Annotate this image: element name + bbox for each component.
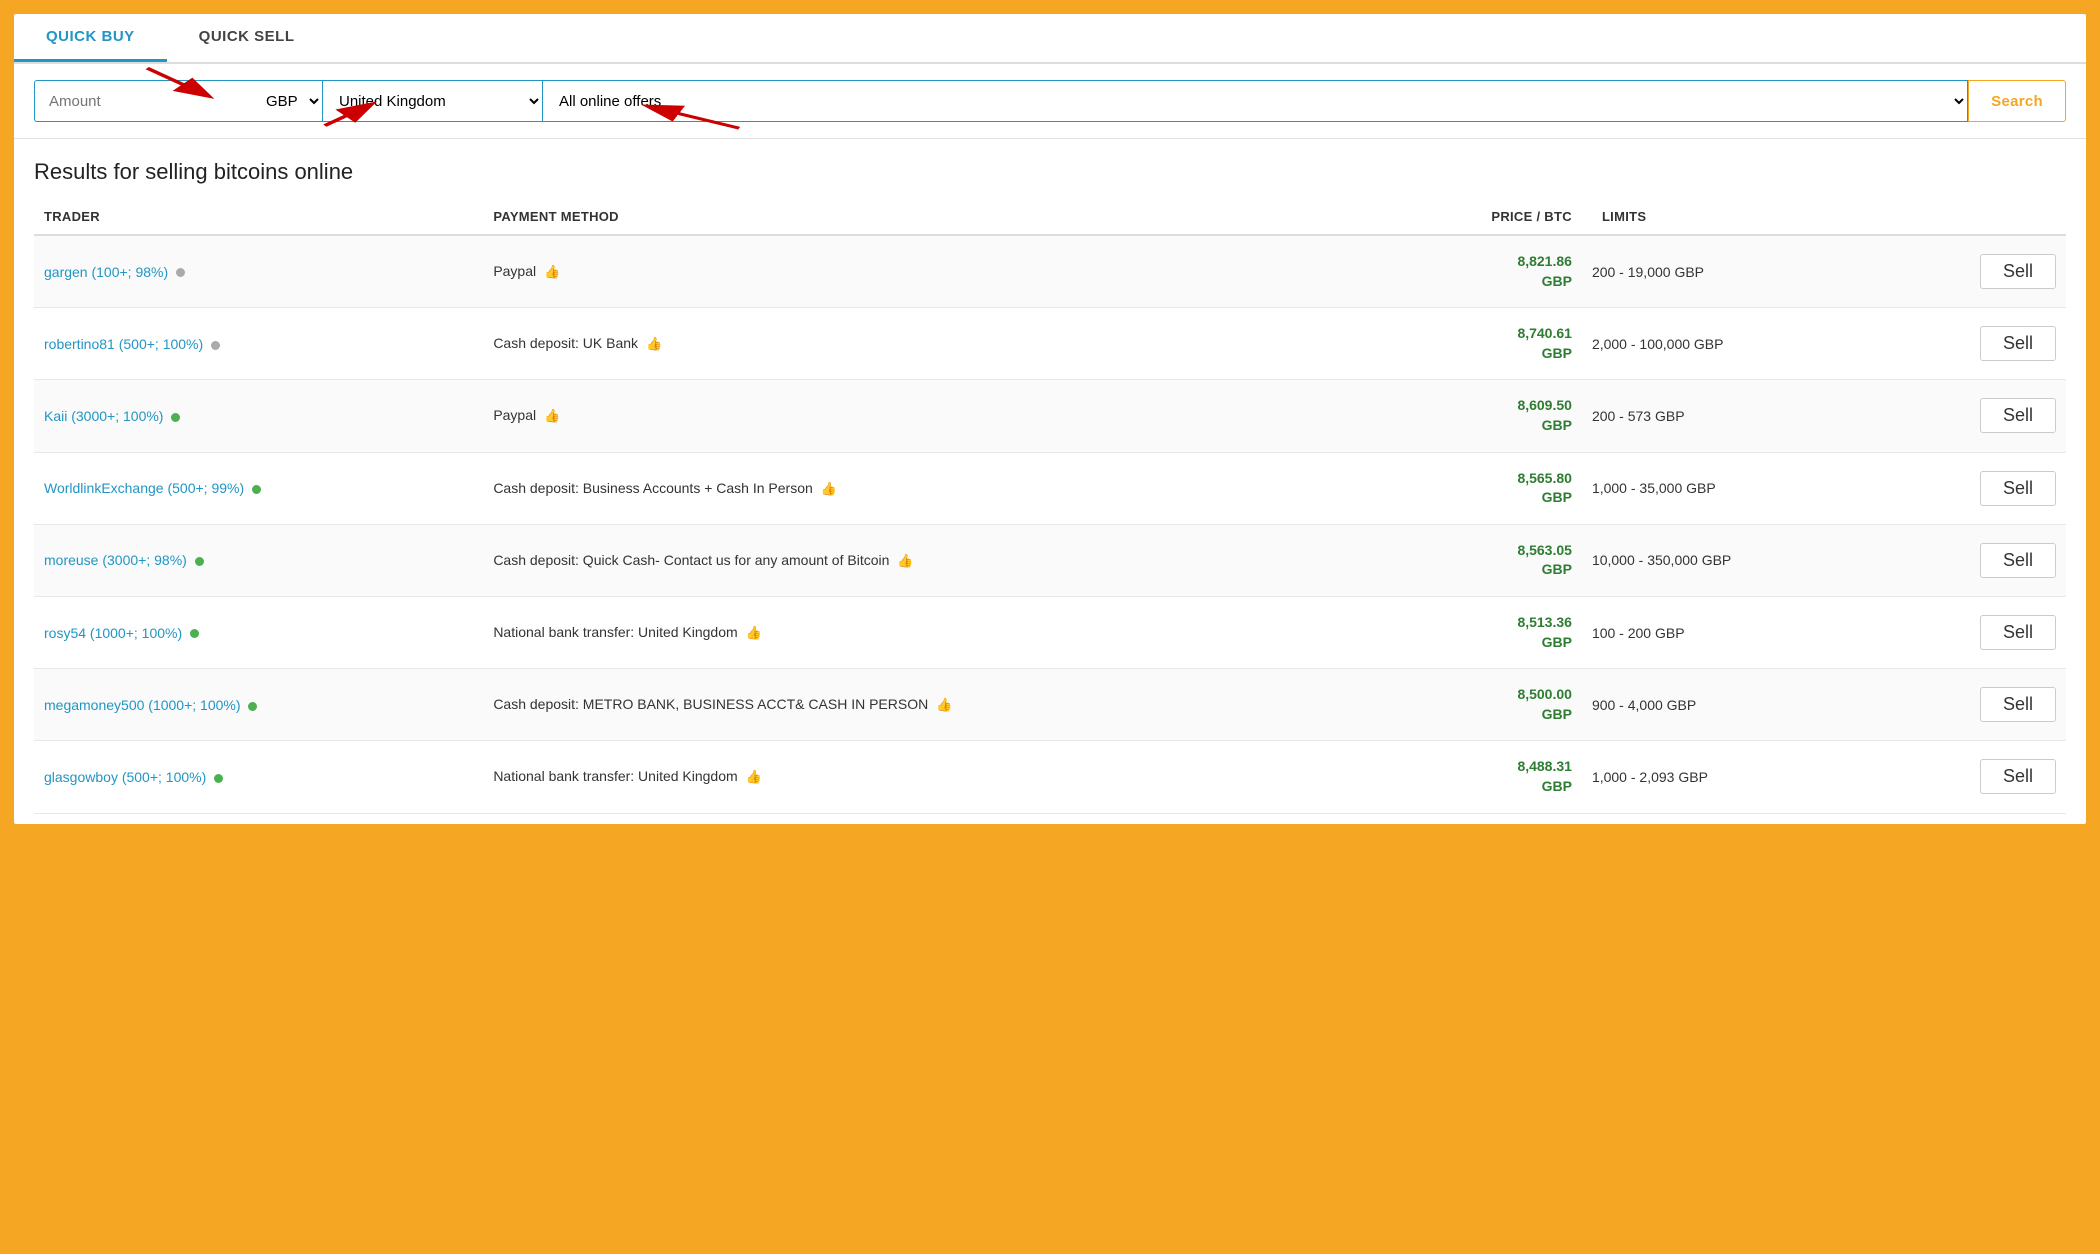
price-cell: 8,500.00GBP xyxy=(1391,669,1582,741)
col-header-payment: Payment method xyxy=(483,201,1391,235)
payment-cell: Cash deposit: Quick Cash- Contact us for… xyxy=(483,524,1391,596)
payment-cell: Cash deposit: METRO BANK, BUSINESS ACCT&… xyxy=(483,669,1391,741)
tabs-bar: QUICK BUY QUICK SELL xyxy=(14,14,2086,64)
trader-link[interactable]: robertino81 (500+; 100%) xyxy=(44,336,203,352)
sell-button[interactable]: Sell xyxy=(1980,254,2056,289)
country-select[interactable]: United Kingdom United States Germany Fra… xyxy=(323,80,543,122)
trader-link[interactable]: glasgowboy (500+; 100%) xyxy=(44,769,206,785)
thumbs-up-icon: 👍 xyxy=(746,769,762,784)
table-row: Kaii (3000+; 100%) Paypal 👍 8,609.50GBP … xyxy=(34,380,2066,452)
results-title: Results for selling bitcoins online xyxy=(34,159,2066,185)
main-container: QUICK BUY QUICK SELL GBP USD EUR United … xyxy=(12,12,2088,826)
action-cell: Sell xyxy=(1884,380,2066,452)
payment-cell: Paypal 👍 xyxy=(483,235,1391,308)
thumbs-up-icon: 👍 xyxy=(646,336,662,351)
price-cell: 8,488.31GBP xyxy=(1391,741,1582,813)
limits-cell: 1,000 - 2,093 GBP xyxy=(1582,741,1884,813)
trader-cell: gargen (100+; 98%) xyxy=(34,235,483,308)
trader-cell: robertino81 (500+; 100%) xyxy=(34,308,483,380)
limits-cell: 1,000 - 35,000 GBP xyxy=(1582,452,1884,524)
action-cell: Sell xyxy=(1884,669,2066,741)
thumbs-up-icon: 👍 xyxy=(746,625,762,640)
trader-cell: moreuse (3000+; 98%) xyxy=(34,524,483,596)
tab-quick-buy[interactable]: QUICK BUY xyxy=(14,14,167,62)
trader-link[interactable]: megamoney500 (1000+; 100%) xyxy=(44,697,241,713)
sell-button[interactable]: Sell xyxy=(1980,687,2056,722)
thumbs-up-icon: 👍 xyxy=(544,408,560,423)
tab-quick-sell[interactable]: QUICK SELL xyxy=(167,14,327,62)
col-header-action xyxy=(1884,201,2066,235)
limits-cell: 900 - 4,000 GBP xyxy=(1582,669,1884,741)
action-cell: Sell xyxy=(1884,596,2066,668)
sell-button[interactable]: Sell xyxy=(1980,326,2056,361)
limits-cell: 200 - 19,000 GBP xyxy=(1582,235,1884,308)
action-cell: Sell xyxy=(1884,308,2066,380)
payment-cell: Paypal 👍 xyxy=(483,380,1391,452)
trader-link[interactable]: rosy54 (1000+; 100%) xyxy=(44,625,182,641)
price-cell: 8,513.36GBP xyxy=(1391,596,1582,668)
price-cell: 8,565.80GBP xyxy=(1391,452,1582,524)
sell-button[interactable]: Sell xyxy=(1980,543,2056,578)
limits-cell: 100 - 200 GBP xyxy=(1582,596,1884,668)
status-dot xyxy=(190,629,199,638)
status-dot xyxy=(252,485,261,494)
offers-table: Trader Payment method Price / BTC Limits… xyxy=(34,201,2066,814)
price-cell: 8,740.61GBP xyxy=(1391,308,1582,380)
trader-link[interactable]: moreuse (3000+; 98%) xyxy=(44,552,187,568)
status-dot xyxy=(214,774,223,783)
thumbs-up-icon: 👍 xyxy=(897,553,913,568)
table-row: WorldlinkExchange (500+; 99%) Cash depos… xyxy=(34,452,2066,524)
offers-select[interactable]: All online offers Paypal Bank transfer C… xyxy=(543,80,1968,122)
trader-link[interactable]: gargen (100+; 98%) xyxy=(44,264,168,280)
table-row: rosy54 (1000+; 100%) National bank trans… xyxy=(34,596,2066,668)
limits-cell: 2,000 - 100,000 GBP xyxy=(1582,308,1884,380)
trader-link[interactable]: WorldlinkExchange (500+; 99%) xyxy=(44,480,244,496)
trader-cell: glasgowboy (500+; 100%) xyxy=(34,741,483,813)
action-cell: Sell xyxy=(1884,741,2066,813)
status-dot xyxy=(171,413,180,422)
thumbs-up-icon: 👍 xyxy=(821,481,837,496)
sell-button[interactable]: Sell xyxy=(1980,398,2056,433)
table-row: glasgowboy (500+; 100%) National bank tr… xyxy=(34,741,2066,813)
thumbs-up-icon: 👍 xyxy=(544,264,560,279)
results-section: Results for selling bitcoins online Trad… xyxy=(14,139,2086,824)
trader-link[interactable]: Kaii (3000+; 100%) xyxy=(44,408,163,424)
sell-button[interactable]: Sell xyxy=(1980,759,2056,794)
price-cell: 8,821.86GBP xyxy=(1391,235,1582,308)
trader-cell: rosy54 (1000+; 100%) xyxy=(34,596,483,668)
table-row: gargen (100+; 98%) Paypal 👍 8,821.86GBP … xyxy=(34,235,2066,308)
status-dot xyxy=(211,341,220,350)
action-cell: Sell xyxy=(1884,524,2066,596)
search-button[interactable]: Search xyxy=(1968,80,2066,122)
payment-cell: National bank transfer: United Kingdom 👍 xyxy=(483,596,1391,668)
action-cell: Sell xyxy=(1884,235,2066,308)
col-header-trader: Trader xyxy=(34,201,483,235)
payment-cell: Cash deposit: UK Bank 👍 xyxy=(483,308,1391,380)
amount-input[interactable] xyxy=(34,80,254,122)
col-header-limits: Limits xyxy=(1582,201,1884,235)
search-bar: GBP USD EUR United Kingdom United States… xyxy=(14,64,2086,139)
sell-button[interactable]: Sell xyxy=(1980,471,2056,506)
sell-button[interactable]: Sell xyxy=(1980,615,2056,650)
thumbs-up-icon: 👍 xyxy=(936,697,952,712)
table-row: megamoney500 (1000+; 100%) Cash deposit:… xyxy=(34,669,2066,741)
limits-cell: 200 - 573 GBP xyxy=(1582,380,1884,452)
trader-cell: WorldlinkExchange (500+; 99%) xyxy=(34,452,483,524)
payment-cell: National bank transfer: United Kingdom 👍 xyxy=(483,741,1391,813)
trader-cell: Kaii (3000+; 100%) xyxy=(34,380,483,452)
status-dot xyxy=(176,268,185,277)
table-row: moreuse (3000+; 98%) Cash deposit: Quick… xyxy=(34,524,2066,596)
table-row: robertino81 (500+; 100%) Cash deposit: U… xyxy=(34,308,2066,380)
price-cell: 8,609.50GBP xyxy=(1391,380,1582,452)
status-dot xyxy=(195,557,204,566)
limits-cell: 10,000 - 350,000 GBP xyxy=(1582,524,1884,596)
col-header-price: Price / BTC xyxy=(1391,201,1582,235)
payment-cell: Cash deposit: Business Accounts + Cash I… xyxy=(483,452,1391,524)
action-cell: Sell xyxy=(1884,452,2066,524)
status-dot xyxy=(248,702,257,711)
trader-cell: megamoney500 (1000+; 100%) xyxy=(34,669,483,741)
currency-select[interactable]: GBP USD EUR xyxy=(254,80,323,122)
price-cell: 8,563.05GBP xyxy=(1391,524,1582,596)
